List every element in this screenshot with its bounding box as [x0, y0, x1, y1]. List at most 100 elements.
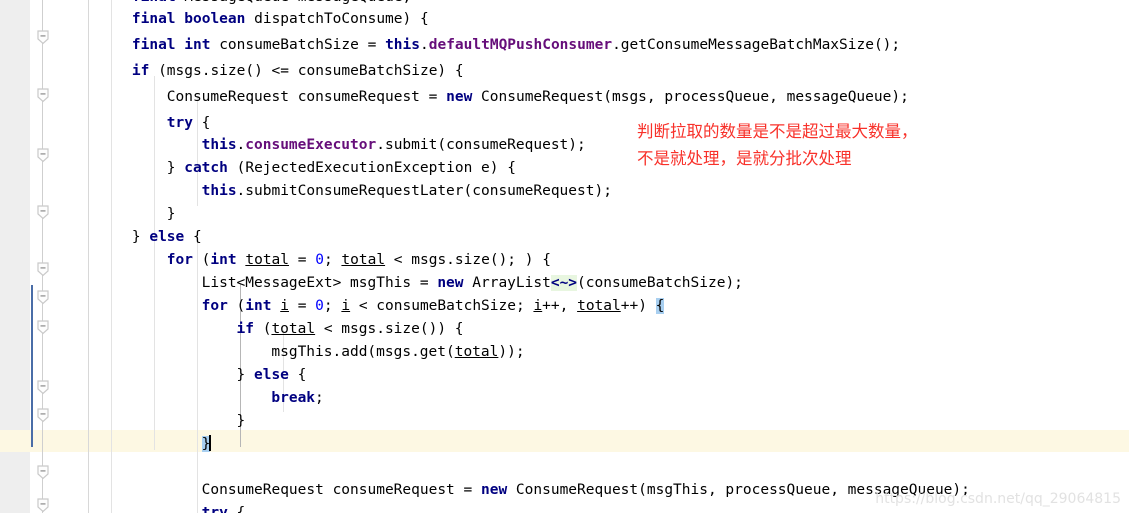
- code-token: this: [201, 183, 237, 199]
- fold-marker-icon[interactable]: [35, 148, 51, 163]
- code-token: <~>: [550, 275, 578, 291]
- indent-guide-2: [197, 238, 198, 513]
- folding-column-line: [42, 0, 43, 513]
- code-token: {: [288, 367, 307, 383]
- code-line[interactable]: ConsumeRequest consumeRequest = new Cons…: [202, 479, 970, 501]
- code-token: ;: [315, 390, 324, 406]
- code-line[interactable]: final boolean dispatchToConsume) {: [132, 8, 429, 30]
- code-token: ConsumeRequest(msgs, processQueue, messa…: [472, 89, 909, 105]
- code-token: ++): [620, 298, 656, 314]
- fold-marker-icon[interactable]: [35, 88, 51, 103]
- fold-marker-icon[interactable]: [35, 465, 51, 480]
- code-token: int: [245, 298, 272, 314]
- code-token: }: [131, 229, 150, 245]
- code-token: (RejectedExecutionException e) {: [227, 160, 516, 176]
- code-line[interactable]: List<MessageExt> msgThis = new ArrayList…: [202, 272, 743, 294]
- code-line[interactable]: try {: [202, 502, 246, 513]
- fold-marker-icon[interactable]: [35, 320, 51, 335]
- fold-marker-icon[interactable]: [35, 408, 51, 423]
- code-token: i: [280, 298, 289, 314]
- code-line[interactable]: } else {: [132, 226, 202, 248]
- code-token: consumeBatchSize =: [210, 37, 386, 53]
- code-token: total: [271, 321, 316, 337]
- caret-line-highlight: [0, 430, 1129, 452]
- code-token: dispatchToConsume) {: [245, 11, 429, 27]
- code-line[interactable]: final int consumeBatchSize = this.defaul…: [132, 34, 900, 56]
- code-token: }: [236, 413, 246, 429]
- code-token: (: [192, 252, 211, 268]
- indent-guide-1: [154, 76, 155, 450]
- code-line[interactable]: break;: [271, 387, 323, 409]
- code-token: total: [245, 252, 290, 268]
- fold-marker-icon[interactable]: [35, 205, 51, 220]
- code-token: }: [166, 160, 185, 176]
- fold-marker-icon[interactable]: [35, 290, 51, 305]
- code-token: (: [253, 321, 272, 337]
- code-token: total: [577, 298, 621, 314]
- code-line[interactable]: if (msgs.size() <= consumeBatchSize) {: [132, 60, 464, 82]
- code-token: =: [289, 252, 316, 268]
- clipped-top-code-line: final MessageQueue messageQueue,: [97, 0, 411, 8]
- gutter-separator: [88, 0, 89, 513]
- code-line[interactable]: }: [167, 203, 176, 225]
- code-token: final: [131, 11, 176, 27]
- fold-marker-icon[interactable]: [35, 380, 51, 395]
- code-token: boolean: [184, 11, 246, 27]
- code-editor[interactable]: final MessageQueue messageQueue, final b…: [0, 0, 1129, 513]
- code-line[interactable]: } else {: [237, 364, 307, 386]
- code-line[interactable]: ConsumeRequest consumeRequest = new Cons…: [167, 86, 909, 108]
- code-token: < consumeBatchSize;: [350, 298, 534, 314]
- code-token: .getConsumeMessageBatchMaxSize();: [612, 37, 901, 53]
- code-token: (: [227, 298, 246, 314]
- code-token: i: [533, 298, 543, 314]
- code-token: {: [655, 298, 665, 314]
- code-token: 0: [315, 298, 324, 314]
- code-token: new: [446, 89, 473, 105]
- code-token: i: [341, 298, 351, 314]
- red-annotation-note: 判断拉取的数量是不是超过最大数量， 不是就处理，是就分批次处理: [637, 118, 918, 172]
- code-token: else: [253, 367, 289, 383]
- code-token: }: [166, 206, 176, 222]
- code-token: 0: [315, 252, 324, 268]
- fold-marker-icon[interactable]: [35, 30, 51, 45]
- code-token: ;: [323, 298, 342, 314]
- code-line[interactable]: msgThis.add(msgs.get(total));: [271, 341, 524, 363]
- code-token: ConsumeRequest consumeRequest =: [166, 89, 447, 105]
- code-token: {: [184, 229, 202, 245]
- code-line[interactable]: if (total < msgs.size()) {: [237, 318, 464, 340]
- code-token: if: [236, 321, 254, 337]
- code-line[interactable]: }: [237, 410, 246, 432]
- code-token: break: [271, 390, 316, 406]
- code-line[interactable]: }: [201, 433, 212, 455]
- code-token: List<MessageExt> msgThis =: [201, 275, 438, 291]
- code-token: int: [210, 252, 237, 268]
- code-token: ConsumeRequest consumeRequest =: [201, 482, 481, 498]
- fold-marker-icon[interactable]: [35, 498, 51, 513]
- code-token: try: [201, 505, 228, 513]
- code-token: }: [236, 367, 254, 383]
- code-token: if: [131, 63, 150, 79]
- code-line[interactable]: for (int i = 0; i < consumeBatchSize; i+…: [202, 295, 665, 317]
- fold-marker-icon[interactable]: [35, 262, 51, 277]
- code-token: .: [420, 37, 429, 53]
- code-token: int: [184, 37, 211, 53]
- vcs-change-marker[interactable]: [31, 285, 33, 447]
- code-token: total: [341, 252, 386, 268]
- text-caret: [209, 435, 212, 451]
- watermark: https://blog.csdn.net/qq_29064815: [875, 491, 1121, 507]
- code-token: try: [166, 115, 193, 131]
- code-line[interactable]: this.submitConsumeRequestLater(consumeRe…: [202, 180, 612, 202]
- code-token: (msgs.size() <= consumeBatchSize) {: [149, 63, 464, 79]
- code-line[interactable]: for (int total = 0; total < msgs.size();…: [167, 249, 551, 271]
- code-token: ));: [498, 344, 525, 360]
- indent-guide-0: [111, 0, 112, 513]
- code-token: this: [201, 137, 237, 153]
- code-line[interactable]: this.consumeExecutor.submit(consumeReque…: [202, 134, 586, 156]
- code-line[interactable]: } catch (RejectedExecutionException e) {: [167, 157, 516, 179]
- code-token: < msgs.size()) {: [315, 321, 464, 337]
- code-token: final: [131, 37, 176, 53]
- code-line[interactable]: try {: [167, 112, 211, 134]
